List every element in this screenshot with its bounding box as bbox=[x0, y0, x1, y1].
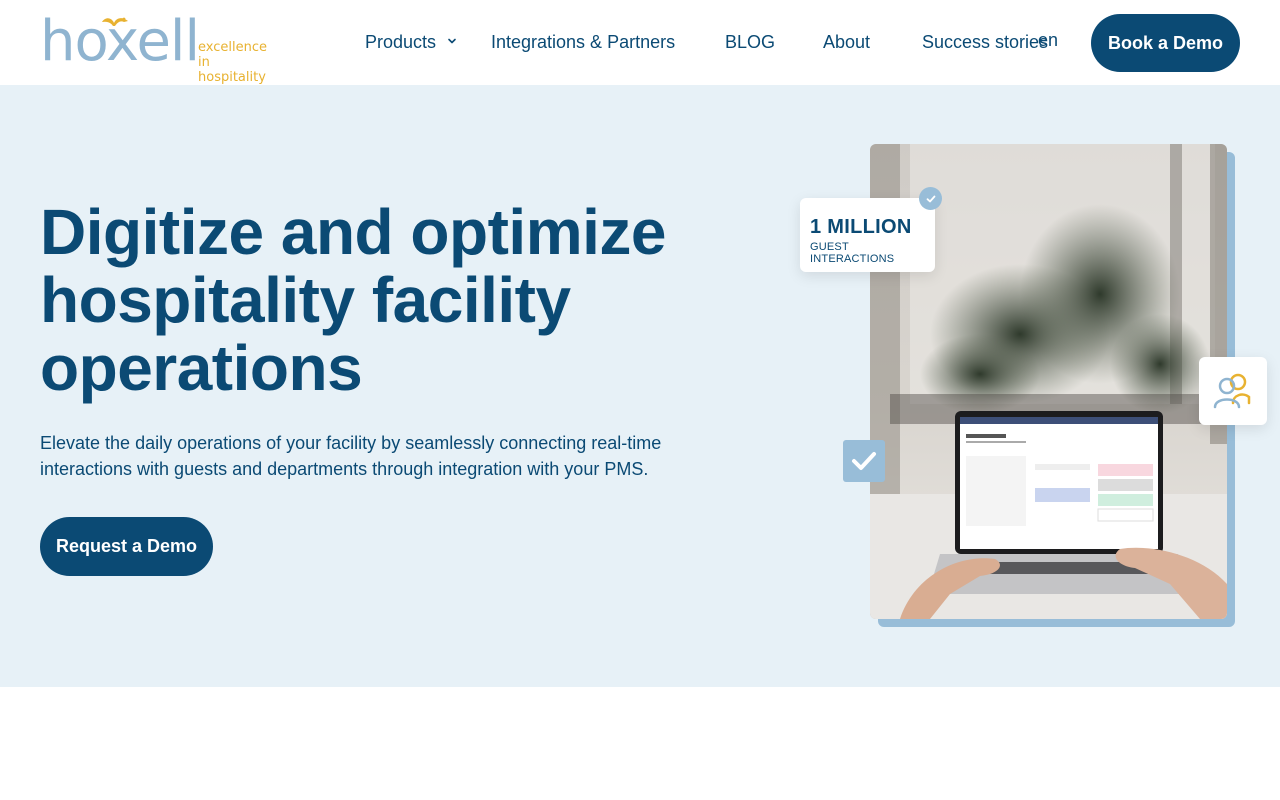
nav-blog[interactable]: BLOG bbox=[725, 32, 775, 53]
hero-section: Digitize and optimize hospitality facili… bbox=[0, 85, 1280, 687]
request-demo-button[interactable]: Request a Demo bbox=[40, 517, 213, 576]
users-icon-card bbox=[1199, 357, 1267, 425]
language-switcher[interactable]: en bbox=[1038, 30, 1058, 51]
nav-integrations-partners[interactable]: Integrations & Partners bbox=[491, 32, 675, 53]
check-circle-icon bbox=[919, 187, 942, 210]
hero-subtitle: Elevate the daily operations of your fac… bbox=[40, 433, 662, 479]
hero-title: Digitize and optimize hospitality facili… bbox=[40, 196, 666, 404]
nav-products[interactable]: Products bbox=[365, 32, 436, 53]
check-square-icon bbox=[843, 440, 885, 482]
chevron-down-icon[interactable] bbox=[447, 36, 457, 46]
site-header: hoxell excellence in hospitality Product… bbox=[0, 0, 1280, 85]
stat-label: GUEST INTERACTIONS bbox=[810, 241, 895, 265]
main-nav: Products Integrations & Partners BLOG Ab… bbox=[0, 0, 1280, 85]
book-demo-button[interactable]: Book a Demo bbox=[1091, 14, 1240, 72]
users-icon bbox=[1213, 373, 1251, 409]
stat-value: 1 MILLION bbox=[810, 216, 912, 238]
nav-success-stories[interactable]: Success stories bbox=[922, 32, 1048, 53]
nav-about[interactable]: About bbox=[823, 32, 870, 53]
guest-interactions-stat-card: 1 MILLION GUEST INTERACTIONS bbox=[800, 198, 935, 272]
